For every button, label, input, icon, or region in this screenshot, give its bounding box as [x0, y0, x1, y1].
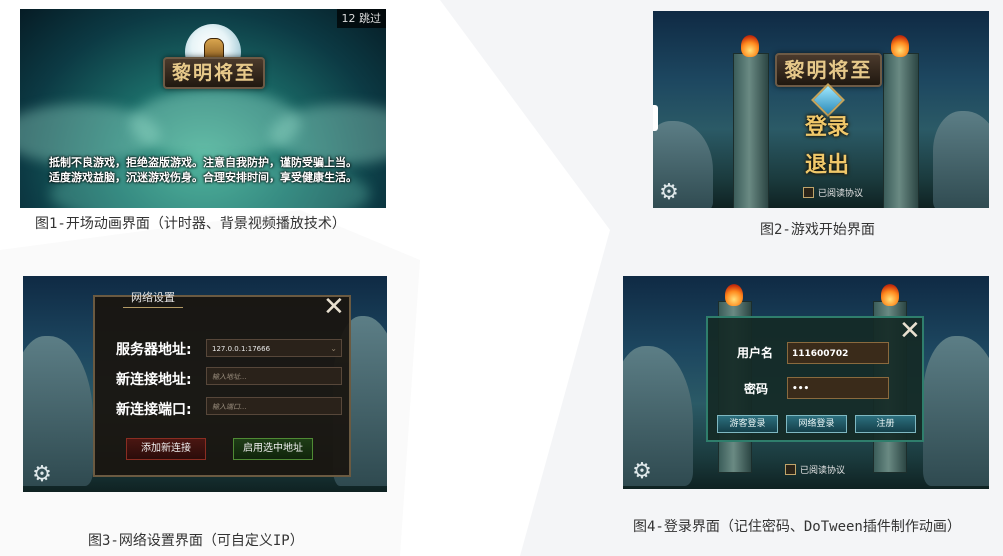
rock-right	[933, 111, 989, 208]
health-notice: 抵制不良游戏，拒绝盗版游戏。注意自我防护，谨防受骗上当。 适度游戏益脑，沉迷游戏…	[20, 155, 386, 185]
torch-flame-icon	[881, 284, 899, 306]
caption-4: 图4-登录界面（记住密码、DoTween插件制作动画）	[633, 519, 961, 535]
gear-icon[interactable]: ⚙	[31, 464, 53, 486]
chevron-down-icon: ⌄	[330, 344, 337, 353]
close-icon[interactable]: ✕	[323, 294, 345, 320]
start-screenshot: 黎明将至 登录 退出 ⚙ 已阅读协议	[653, 11, 989, 208]
login-screenshot: ⚙ ✕ 用户名 111600702 密码 ••• 游客登录 网络登录 注册 已阅…	[623, 276, 989, 489]
side-handle	[653, 105, 658, 131]
dialog-title: 网络设置	[123, 289, 183, 308]
caption-2: 图2-游戏开始界面	[760, 222, 875, 238]
skip-label: 跳过	[359, 12, 381, 25]
caption-1: 图1-开场动画界面（计时器、背景视频播放技术）	[35, 216, 346, 232]
new-port-label: 新连接端口:	[116, 402, 192, 418]
server-address-label: 服务器地址:	[116, 342, 192, 358]
close-icon[interactable]: ✕	[899, 318, 921, 344]
agreement-checkbox[interactable]: 已阅读协议	[803, 186, 863, 199]
login-button[interactable]: 登录	[805, 109, 849, 141]
password-input[interactable]: •••	[787, 377, 889, 399]
gear-icon[interactable]: ⚙	[658, 182, 680, 204]
new-port-input[interactable]: 输入端口...	[206, 397, 342, 415]
skip-countdown: 12	[341, 12, 356, 25]
server-address-value: 127.0.0.1:17666	[212, 345, 271, 353]
register-button[interactable]: 注册	[855, 415, 916, 433]
torch-flame-icon	[741, 35, 759, 57]
game-title-banner: 黎明将至	[775, 53, 882, 87]
agreement-label: 已阅读协议	[800, 466, 846, 476]
password-label: 密码	[744, 382, 769, 396]
game-title-banner: 黎明将至	[163, 57, 265, 89]
exit-button[interactable]: 退出	[805, 147, 849, 179]
torch-flame-icon	[725, 284, 743, 306]
pillar-right	[883, 53, 919, 208]
caption-3: 图3-网络设置界面（可自定义IP）	[88, 533, 304, 549]
pillar-left	[733, 53, 769, 208]
notice-line: 抵制不良游戏，拒绝盗版游戏。注意自我防护，谨防受骗上当。	[49, 156, 357, 169]
checkbox-box[interactable]	[803, 187, 814, 198]
rock-right	[923, 336, 989, 486]
username-label: 用户名	[737, 346, 774, 360]
guest-login-button[interactable]: 游客登录	[717, 415, 778, 433]
new-address-input[interactable]: 输入地址...	[206, 367, 342, 385]
username-input[interactable]: 111600702	[787, 342, 889, 364]
agreement-label: 已阅读协议	[818, 189, 864, 199]
network-login-button[interactable]: 网络登录	[786, 415, 847, 433]
notice-line: 适度游戏益脑，沉迷游戏伤身。合理安排时间，享受健康生活。	[49, 171, 357, 184]
server-address-select[interactable]: 127.0.0.1:17666 ⌄	[206, 339, 342, 357]
gear-icon[interactable]: ⚙	[631, 461, 653, 483]
use-selected-address-button[interactable]: 启用选中地址	[233, 438, 313, 460]
agreement-checkbox[interactable]: 已阅读协议	[785, 463, 845, 476]
splash-screenshot: 黎明将至 12 跳过 抵制不良游戏，拒绝盗版游戏。注意自我防护，谨防受骗上当。 …	[20, 9, 386, 208]
torch-flame-icon	[891, 35, 909, 57]
new-address-label: 新连接地址:	[116, 372, 192, 388]
add-connection-button[interactable]: 添加新连接	[126, 438, 206, 460]
network-settings-screenshot: ⚙ 网络设置 ✕ 服务器地址: 127.0.0.1:17666 ⌄ 新连接地址:…	[23, 276, 387, 492]
skip-button[interactable]: 12 跳过	[336, 9, 386, 28]
checkbox-box[interactable]	[785, 464, 796, 475]
